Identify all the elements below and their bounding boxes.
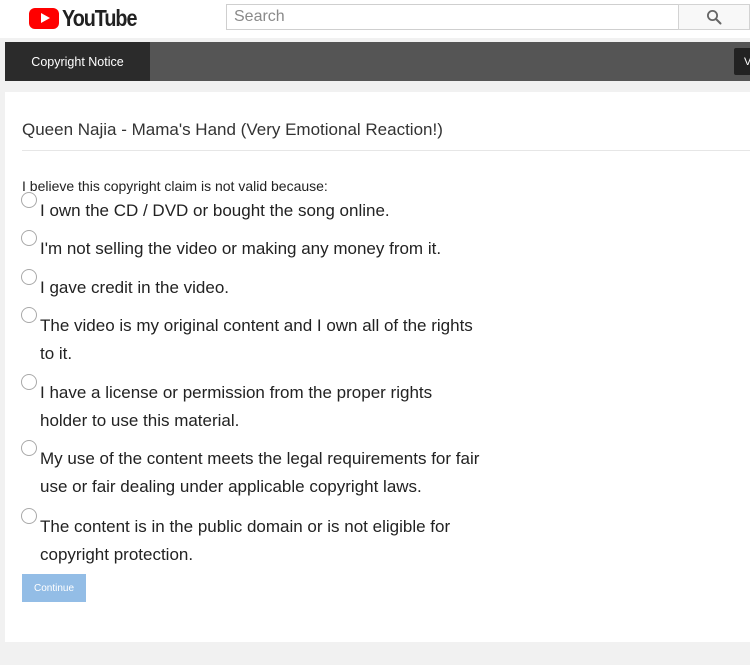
option-label: I gave credit in the video.	[40, 278, 230, 297]
option-label: I own the CD / DVD or bought the song on…	[40, 201, 390, 220]
radio-button[interactable]	[21, 230, 37, 246]
masthead: YouTube	[0, 0, 750, 38]
search-icon	[707, 10, 722, 25]
dispute-card: Queen Najia - Mama's Hand (Very Emotiona…	[5, 92, 750, 642]
video-title: Queen Najia - Mama's Hand (Very Emotiona…	[22, 120, 443, 139]
option-label: I have a license or permission from the …	[40, 383, 433, 430]
option-label: My use of the content meets the legal re…	[40, 449, 480, 496]
radio-button[interactable]	[21, 269, 37, 285]
option-label: The video is my original content and I o…	[40, 316, 473, 363]
radio-button[interactable]	[21, 307, 37, 323]
search-input[interactable]	[226, 4, 678, 30]
search-button[interactable]	[678, 4, 750, 30]
youtube-play-icon	[29, 7, 59, 29]
youtube-logo[interactable]: YouTube	[29, 5, 149, 31]
continue-button[interactable]: Continue	[22, 574, 86, 602]
nav-bar: Copyright Notice Vi	[5, 42, 750, 81]
radio-button[interactable]	[21, 440, 37, 456]
option-label: The content is in the public domain or i…	[40, 517, 451, 564]
option-label: I'm not selling the video or making any …	[40, 239, 442, 258]
radio-button[interactable]	[21, 508, 37, 524]
radio-button[interactable]	[21, 192, 37, 208]
dispute-prompt: I believe this copyright claim is not va…	[22, 178, 328, 194]
title-divider	[22, 150, 750, 151]
radio-button[interactable]	[21, 374, 37, 390]
nav-right-button[interactable]: Vi	[734, 48, 750, 75]
logo-text: YouTube	[62, 4, 137, 31]
tab-copyright-notice[interactable]: Copyright Notice	[5, 42, 150, 81]
